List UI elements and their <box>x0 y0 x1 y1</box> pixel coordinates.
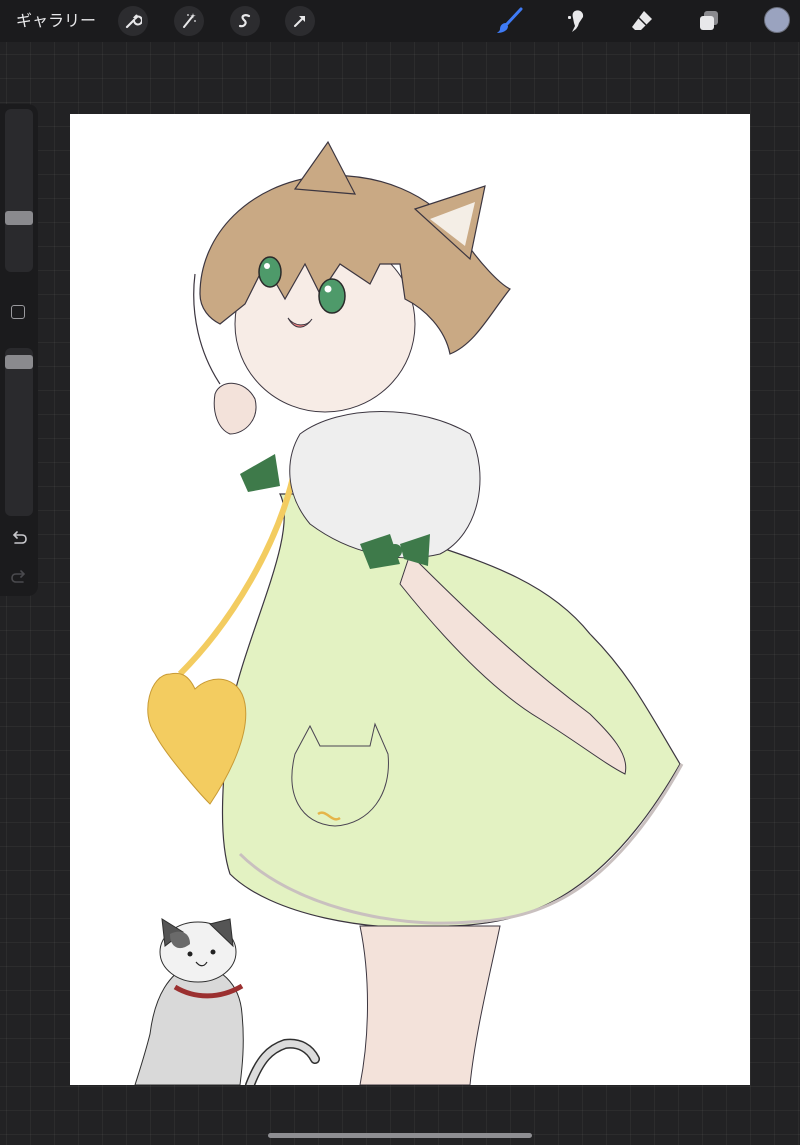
wrench-icon <box>125 14 142 29</box>
small-cat <box>134 918 320 1085</box>
eraser-tool[interactable] <box>627 6 657 36</box>
arrow-cursor-icon <box>294 16 305 27</box>
hand <box>213 382 257 435</box>
top-toolbar: ギャラリー <box>0 0 800 42</box>
eye-right <box>318 278 346 314</box>
brush-size-slider[interactable] <box>5 109 33 272</box>
redo-button[interactable] <box>9 569 29 587</box>
opacity-slider[interactable] <box>5 348 33 516</box>
selection-button[interactable] <box>230 6 260 36</box>
smudge-tool[interactable] <box>560 6 590 36</box>
brush-size-thumb[interactable] <box>5 211 33 225</box>
layers-tool[interactable] <box>694 6 724 36</box>
legs <box>359 925 501 1085</box>
eraser-icon <box>632 11 652 30</box>
gallery-button[interactable]: ギャラリー <box>16 10 96 32</box>
brush-icon <box>497 7 523 33</box>
opacity-thumb[interactable] <box>5 355 33 369</box>
transform-button[interactable] <box>285 6 315 36</box>
color-swatch-button[interactable] <box>764 7 790 33</box>
adjustments-button[interactable] <box>174 6 204 36</box>
selection-s-icon <box>238 14 251 28</box>
drawing-canvas[interactable] <box>70 114 750 1085</box>
brush-tool[interactable] <box>494 6 524 36</box>
layers-icon <box>700 11 718 30</box>
neck-ribbon <box>240 454 280 492</box>
undo-button[interactable] <box>9 530 29 548</box>
magic-wand-icon <box>183 13 196 28</box>
redo-icon <box>11 570 26 583</box>
canvas-illustration <box>134 140 684 1085</box>
smudge-icon <box>568 10 584 32</box>
modifier-button[interactable] <box>11 305 25 319</box>
home-indicator <box>268 1133 532 1138</box>
sidebar <box>0 104 38 596</box>
eye-left <box>258 256 282 288</box>
cat-ear-left <box>293 140 357 195</box>
undo-icon <box>12 531 27 544</box>
actions-button[interactable] <box>118 6 148 36</box>
